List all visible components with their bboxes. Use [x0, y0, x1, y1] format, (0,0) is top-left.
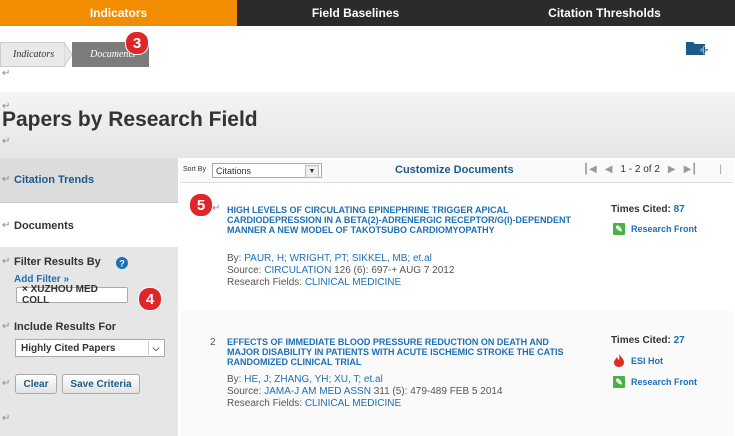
paragraph-mark-icon: ↵: [212, 203, 221, 214]
include-results-value: Highly Cited Papers: [21, 342, 116, 354]
source-detail: 126 (6): 697-+ AUG 7 2012: [331, 265, 455, 276]
record-authors: By: PAUR, H; WRIGHT, PT; SIKKEL, MB; et.…: [227, 253, 432, 265]
help-icon[interactable]: ?: [116, 257, 128, 269]
source-label: Source:: [227, 386, 262, 397]
times-cited-count[interactable]: 27: [674, 335, 685, 346]
source-link[interactable]: CIRCULATION: [264, 265, 331, 276]
paragraph-mark-icon: ↵: [2, 68, 11, 79]
citation-trends-label: Citation Trends: [14, 174, 95, 186]
filter-chip-xuzhou-med-coll[interactable]: × XUZHOU MED COLL: [16, 284, 128, 306]
sort-by-value: Citations: [216, 165, 252, 176]
breadcrumb-separator: [64, 42, 73, 67]
research-front-icon: ✎: [613, 376, 625, 388]
sort-by-select[interactable]: Citations ▼: [212, 163, 322, 178]
author-links[interactable]: HE, J; ZHANG, YH; XU, T; et.al: [244, 374, 383, 385]
record-research-fields: Research Fields: CLINICAL MEDICINE: [227, 277, 401, 289]
research-front-icon: ✎: [613, 223, 625, 235]
page-title: Papers by Research Field: [2, 108, 258, 131]
times-cited-label: Times Cited:: [611, 335, 671, 346]
record-number: 2: [210, 337, 216, 348]
paragraph-mark-icon: ↵: [2, 101, 11, 112]
record-title-link[interactable]: HIGH LEVELS OF CIRCULATING EPINEPHRINE T…: [227, 205, 577, 235]
research-front-link[interactable]: ✎ Research Front: [613, 223, 697, 235]
filter-results-label: Filter Results By: [14, 256, 101, 268]
record-research-fields: Research Fields: CLINICAL MEDICINE: [227, 398, 401, 410]
documents-label: Documents: [14, 220, 74, 232]
paragraph-mark-icon: ↵: [2, 378, 11, 389]
result-record-1: [180, 183, 733, 311]
chevron-down-icon: ⌵: [148, 341, 163, 355]
annotation-badge-5: 5: [189, 193, 213, 217]
pager: ┃◀ ◀ 1 - 2 of 2 ▶ ▶┃ |: [583, 164, 722, 175]
prev-page-icon[interactable]: ◀: [605, 164, 613, 175]
record-source: Source: CIRCULATION 126 (6): 697-+ AUG 7…: [227, 265, 454, 277]
pager-divider: |: [719, 164, 722, 175]
last-page-icon[interactable]: ▶┃: [684, 164, 698, 175]
research-front-label: Research Front: [631, 377, 698, 387]
esi-hot-link[interactable]: ESI Hot: [613, 354, 663, 367]
research-field-link[interactable]: CLINICAL MEDICINE: [305, 398, 401, 409]
svg-text:?: ?: [119, 259, 125, 269]
add-folder-icon[interactable]: [686, 40, 708, 56]
top-nav-tabs: Indicators Field Baselines Citation Thre…: [0, 0, 735, 26]
source-detail: 311 (5): 479-489 FEB 5 2014: [370, 386, 503, 397]
annotation-badge-4: 4: [138, 287, 162, 311]
esi-hot-flame-icon: [614, 354, 624, 367]
by-label: By:: [227, 253, 242, 264]
clear-button[interactable]: Clear: [15, 374, 57, 394]
record-title-link[interactable]: EFFECTS OF IMMEDIATE BLOOD PRESSURE REDU…: [227, 337, 577, 367]
paragraph-mark-icon: ↵: [2, 136, 11, 147]
esi-hot-label: ESI Hot: [631, 355, 664, 366]
times-cited: Times Cited: 87: [611, 204, 685, 215]
next-page-icon[interactable]: ▶: [668, 164, 676, 175]
times-cited-label: Times Cited:: [611, 204, 671, 215]
record-authors: By: HE, J; ZHANG, YH; XU, T; et.al: [227, 374, 383, 386]
research-field-link[interactable]: CLINICAL MEDICINE: [305, 277, 401, 288]
paragraph-mark-icon: ↵: [2, 220, 11, 231]
author-links[interactable]: PAUR, H; WRIGHT, PT; SIKKEL, MB; et.al: [244, 253, 432, 264]
research-front-link[interactable]: ✎ Research Front: [613, 376, 697, 388]
include-results-select[interactable]: Highly Cited Papers ⌵: [15, 339, 165, 357]
tab-indicators[interactable]: Indicators: [0, 0, 237, 26]
paragraph-mark-icon: ↵: [2, 256, 11, 267]
paragraph-mark-icon: ↵: [2, 413, 11, 424]
customize-documents-link[interactable]: Customize Documents: [395, 164, 514, 176]
annotation-badge-3: 3: [125, 31, 149, 55]
save-criteria-button[interactable]: Save Criteria: [62, 374, 140, 394]
by-label: By:: [227, 374, 242, 385]
paragraph-mark-icon: ↵: [2, 174, 11, 185]
sort-by-label: Sort By: [183, 166, 206, 173]
tab-field-baselines[interactable]: Field Baselines: [237, 0, 474, 26]
paragraph-mark-icon: ↵: [2, 321, 11, 332]
include-results-label: Include Results For: [14, 321, 117, 333]
first-page-icon[interactable]: ┃◀: [583, 164, 597, 175]
breadcrumb-indicators[interactable]: Indicators: [0, 42, 65, 67]
research-front-label: Research Front: [631, 224, 698, 234]
research-fields-label: Research Fields:: [227, 398, 303, 409]
times-cited-count[interactable]: 87: [674, 204, 685, 215]
source-link[interactable]: JAMA-J AM MED ASSN: [264, 386, 371, 397]
times-cited: Times Cited: 27: [611, 335, 685, 346]
record-source: Source: JAMA-J AM MED ASSN 311 (5): 479-…: [227, 386, 503, 398]
research-fields-label: Research Fields:: [227, 277, 303, 288]
page-info: 1 - 2 of 2: [620, 164, 660, 175]
sort-chevron-down-icon: ▼: [305, 165, 319, 178]
tab-citation-thresholds[interactable]: Citation Thresholds: [474, 0, 735, 26]
source-label: Source:: [227, 265, 262, 276]
